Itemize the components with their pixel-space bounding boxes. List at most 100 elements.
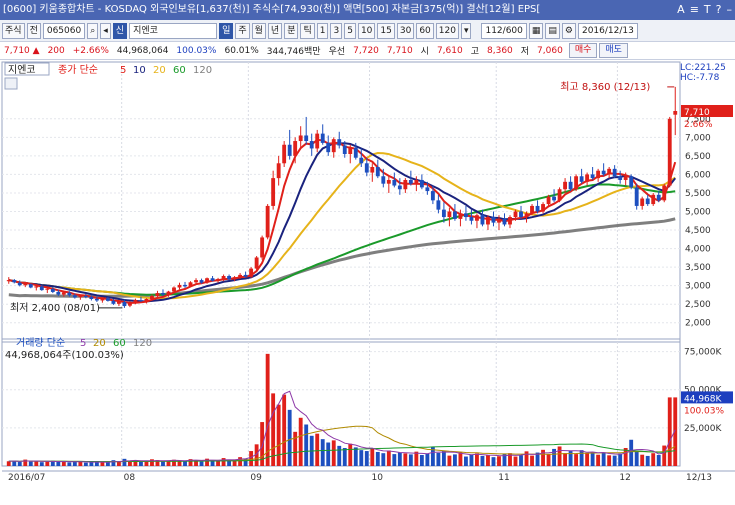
- date-field[interactable]: 2016/12/13: [577, 22, 638, 39]
- market-type-select[interactable]: 주식: [2, 22, 25, 39]
- candle-body: [673, 111, 678, 115]
- grid-icon[interactable]: ▦: [528, 22, 544, 39]
- prev-stock-button[interactable]: 전: [26, 22, 41, 39]
- chart-area[interactable]: 2,000 2,500 3,000 3,500 4,000 4,500 5,000 5,500…: [0, 60, 735, 502]
- volume-bar: [276, 404, 281, 466]
- candle-body: [265, 205, 270, 238]
- candle-body: [293, 141, 298, 156]
- candle-body: [72, 295, 77, 298]
- minute-step-3[interactable]: 3: [330, 22, 343, 39]
- volume-bar: [667, 397, 672, 466]
- price-tag-pct: 2.66%: [684, 120, 713, 130]
- legend-ma-period: 20: [153, 65, 166, 76]
- volume-bar: [315, 433, 320, 466]
- candle-body: [524, 213, 529, 218]
- minute-step-10[interactable]: 10: [357, 22, 376, 39]
- volume-bar: [122, 458, 127, 466]
- minute-step-120[interactable]: 120: [435, 22, 459, 39]
- text-icon[interactable]: T: [704, 3, 711, 17]
- volume-bar: [45, 461, 50, 466]
- settings-icon[interactable]: ▾: [460, 22, 472, 39]
- candle-body: [23, 283, 28, 286]
- volume-bar: [541, 449, 545, 466]
- volume-bar: [331, 440, 336, 466]
- candle-body: [364, 163, 369, 173]
- page-counter[interactable]: 112/600: [481, 22, 527, 39]
- volume-bar: [640, 454, 645, 466]
- volume-bar: [183, 460, 187, 466]
- minute-step-15[interactable]: 15: [377, 22, 395, 39]
- volume-bar: [100, 462, 105, 466]
- search-icon[interactable]: ⌕: [87, 22, 99, 39]
- buy-button[interactable]: 매수: [568, 43, 598, 58]
- volume-bar: [546, 454, 551, 466]
- price-tick-label: 5,000: [685, 207, 711, 217]
- candle-body: [161, 293, 165, 295]
- x-axis-label: 10: [372, 473, 384, 483]
- candle-body: [304, 135, 309, 142]
- volume-bar: [662, 445, 667, 466]
- minimize-icon[interactable]: –: [727, 3, 733, 17]
- minute-step-60[interactable]: 60: [416, 22, 434, 39]
- volume-legend-period: 5: [80, 338, 86, 349]
- candle-body: [67, 292, 72, 296]
- speaker-icon[interactable]: ◂: [100, 22, 111, 39]
- candle-body: [177, 284, 182, 288]
- volume-bar: [17, 462, 22, 466]
- candle-body: [359, 157, 364, 164]
- font-size-icon[interactable]: A: [677, 3, 685, 17]
- period-yearly-button[interactable]: 년: [267, 22, 283, 39]
- candle-body: [491, 217, 496, 223]
- stock-code-input[interactable]: 065060: [42, 22, 86, 39]
- minute-step-30[interactable]: 30: [396, 22, 415, 39]
- period-minute-button[interactable]: 분: [284, 22, 299, 39]
- candle-body: [83, 296, 88, 298]
- volume-bar: [386, 450, 391, 466]
- volume-legend-value: 44,968,064주(100.03%): [5, 350, 124, 361]
- candle-body: [89, 296, 94, 299]
- volume-bar: [397, 452, 402, 466]
- candle-body: [392, 179, 397, 186]
- candle-body: [205, 278, 209, 283]
- volume-bar: [530, 455, 534, 466]
- candle-body: [667, 118, 672, 186]
- price-tick-label: 5,500: [685, 189, 711, 199]
- candle-body: [287, 144, 292, 156]
- volume-bar: [392, 454, 397, 466]
- candle-body: [464, 213, 468, 218]
- candle-body: [105, 298, 110, 301]
- candle-body: [331, 139, 336, 153]
- candle-body: [640, 198, 645, 206]
- period-tick-button[interactable]: 틱: [300, 22, 315, 39]
- stock-chart[interactable]: 2,000 2,500 3,000 3,500 4,000 4,500 5,000 5,500…: [0, 60, 735, 502]
- candle-body: [662, 185, 667, 201]
- candle-body: [150, 296, 154, 299]
- candle-body: [254, 257, 259, 269]
- gear-icon[interactable]: ⚙: [561, 22, 576, 39]
- help-icon[interactable]: ?: [716, 3, 722, 17]
- candle-body: [6, 280, 11, 282]
- menu-icon[interactable]: ≡: [690, 3, 699, 17]
- period-daily-button[interactable]: 일: [219, 22, 234, 39]
- legend-ma-period: 120: [193, 65, 212, 76]
- candle-body: [320, 133, 325, 143]
- candle-body: [271, 178, 276, 206]
- candle-body: [601, 170, 606, 175]
- window-title-bar: [0600] 키움종합차트 - KOSDAQ 외국인보유[1,637(천)] 주…: [0, 0, 735, 20]
- title-icons: A ≡ T ? –: [677, 3, 732, 17]
- volume-bar: [249, 451, 254, 466]
- candle-body: [513, 211, 518, 218]
- volume-bar: [370, 448, 375, 466]
- volume-value: 44,968,064: [116, 45, 169, 56]
- chart-toolbar: 주식 전 065060 ⌕ ◂ 신 지엔코 일 주 월 년 분 틱 1 3 5 …: [0, 20, 735, 42]
- price-change-pct: +2.66%: [72, 45, 109, 56]
- period-weekly-button[interactable]: 주: [235, 22, 250, 39]
- save-icon[interactable]: ▤: [545, 22, 560, 39]
- period-monthly-button[interactable]: 월: [251, 22, 266, 39]
- candle-body: [557, 189, 562, 201]
- minute-step-1[interactable]: 1: [316, 22, 329, 39]
- price-tick-label: 4,500: [685, 226, 711, 236]
- volume-bar: [408, 454, 413, 466]
- sell-button[interactable]: 매도: [599, 43, 628, 58]
- minute-step-5[interactable]: 5: [344, 22, 356, 39]
